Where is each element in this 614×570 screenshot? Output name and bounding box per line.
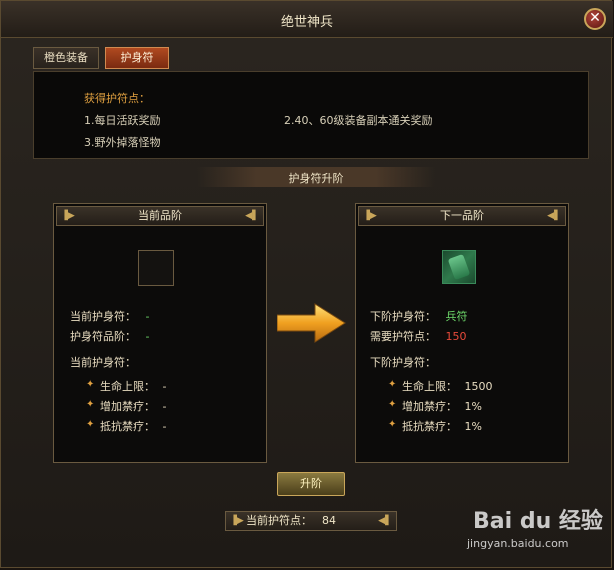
next-amulet-icon[interactable] bbox=[442, 250, 476, 284]
jade-talisman-icon bbox=[447, 253, 471, 281]
panel-header-next: ▐▶ 下一品阶 ◀▌ bbox=[358, 206, 566, 226]
info-line-1: 1.每日活跃奖励 bbox=[84, 114, 161, 127]
next-attr-hp: 生命上限： 1500 bbox=[402, 378, 493, 394]
upgrade-arrow-icon bbox=[277, 303, 346, 343]
points-label: 当前护符点： bbox=[246, 514, 312, 527]
bar-right-cap-icon: ◀▌ bbox=[378, 516, 392, 526]
current-attr-hp: 生命上限： - bbox=[100, 378, 166, 394]
attr-value: 1% bbox=[464, 420, 482, 433]
attr-value: - bbox=[162, 400, 167, 413]
attr-value: - bbox=[162, 380, 167, 393]
next-need-value: 150 bbox=[445, 330, 467, 343]
tab-orange-equipment[interactable]: 橙色装备 bbox=[33, 47, 99, 69]
attr-value: 1500 bbox=[464, 380, 493, 393]
close-icon[interactable]: ✕ bbox=[584, 8, 606, 30]
attr-value: - bbox=[162, 420, 167, 433]
next-need-label: 需要护符点： bbox=[370, 330, 436, 343]
attr-bullet-icon: ✦ bbox=[86, 379, 95, 390]
info-line-2: 2.40、60级装备副本通关奖励 bbox=[284, 114, 433, 127]
attr-label: 生命上限： bbox=[402, 380, 457, 393]
bar-left-cap-icon: ▐▶ bbox=[230, 516, 244, 526]
header-left-cap-icon: ▐▶ bbox=[61, 211, 75, 221]
upgrade-button[interactable]: 升阶 bbox=[277, 472, 345, 496]
next-amulet-value: 兵符 bbox=[445, 310, 468, 323]
current-attr-heal-block: 增加禁疗： - bbox=[100, 398, 166, 414]
attr-label: 生命上限： bbox=[100, 380, 155, 393]
panel-header-current: ▐▶ 当前品阶 ◀▌ bbox=[56, 206, 264, 226]
next-amulet-row: 下阶护身符： 兵符 bbox=[370, 308, 468, 324]
points-bar: ▐▶ 当前护符点： 84 ◀▌ bbox=[225, 511, 397, 531]
current-grade-panel: ▐▶ 当前品阶 ◀▌ 当前护身符： - 护身符品阶： - 当前护身符： ✦ 生命… bbox=[53, 203, 267, 463]
next-attr-heal-block: 增加禁疗： 1% bbox=[402, 398, 482, 414]
header-right-cap-icon: ◀▌ bbox=[547, 211, 561, 221]
current-attr-heal-resist: 抵抗禁疗： - bbox=[100, 418, 166, 434]
attr-label: 抵抗禁疗： bbox=[100, 420, 155, 433]
game-window: 绝世神兵 ✕ 橙色装备 护身符 获得护符点： 1.每日活跃奖励 2.40、60级… bbox=[0, 0, 613, 568]
next-attrs-title: 下阶护身符： bbox=[370, 356, 436, 369]
current-amulet-slot[interactable] bbox=[138, 250, 174, 286]
next-grade-panel: ▐▶ 下一品阶 ◀▌ 下阶护身符： 兵符 需要护符点： 150 下阶护身符： ✦… bbox=[355, 203, 569, 463]
current-grade-value: - bbox=[145, 330, 150, 343]
header-left-cap-icon: ▐▶ bbox=[363, 211, 377, 221]
attr-label: 增加禁疗： bbox=[100, 400, 155, 413]
section-title: 护身符升阶 bbox=[288, 172, 344, 185]
window-title: 绝世神兵 bbox=[280, 15, 333, 30]
watermark-url: jingyan.baidu.com bbox=[467, 537, 569, 550]
next-attr-heal-resist: 抵抗禁疗： 1% bbox=[402, 418, 482, 434]
attr-bullet-icon: ✦ bbox=[86, 399, 95, 410]
attr-bullet-icon: ✦ bbox=[86, 419, 95, 430]
attr-bullet-icon: ✦ bbox=[388, 379, 397, 390]
current-amulet-value: - bbox=[145, 310, 150, 323]
current-grade-row: 护身符品阶： - bbox=[70, 328, 149, 344]
current-grade-label: 护身符品阶： bbox=[70, 330, 136, 343]
next-grade-title: 下一品阶 bbox=[440, 209, 484, 222]
attr-label: 增加禁疗： bbox=[402, 400, 457, 413]
attr-bullet-icon: ✦ bbox=[388, 399, 397, 410]
current-amulet-row: 当前护身符： - bbox=[70, 308, 149, 324]
tab-amulet[interactable]: 护身符 bbox=[105, 47, 169, 69]
attr-label: 抵抗禁疗： bbox=[402, 420, 457, 433]
info-box: 获得护符点： 1.每日活跃奖励 2.40、60级装备副本通关奖励 3.野外掉落怪… bbox=[33, 71, 589, 159]
info-line-3: 3.野外掉落怪物 bbox=[84, 136, 161, 149]
current-grade-title: 当前品阶 bbox=[138, 209, 182, 222]
section-header: 护身符升阶 bbox=[197, 167, 435, 187]
title-bar: 绝世神兵 ✕ bbox=[1, 1, 613, 38]
baidu-watermark: Bai du 经验 jingyan.baidu.com bbox=[465, 501, 605, 557]
points-value: 84 bbox=[322, 514, 336, 527]
next-need-row: 需要护符点： 150 bbox=[370, 328, 467, 344]
header-right-cap-icon: ◀▌ bbox=[245, 211, 259, 221]
attr-bullet-icon: ✦ bbox=[388, 419, 397, 430]
info-title: 获得护符点： bbox=[84, 92, 150, 105]
current-amulet-label: 当前护身符： bbox=[70, 310, 136, 323]
attr-value: 1% bbox=[464, 400, 482, 413]
watermark-logo: Bai du 经验 bbox=[473, 509, 603, 534]
current-attrs-title: 当前护身符： bbox=[70, 356, 136, 369]
next-amulet-label: 下阶护身符： bbox=[370, 310, 436, 323]
